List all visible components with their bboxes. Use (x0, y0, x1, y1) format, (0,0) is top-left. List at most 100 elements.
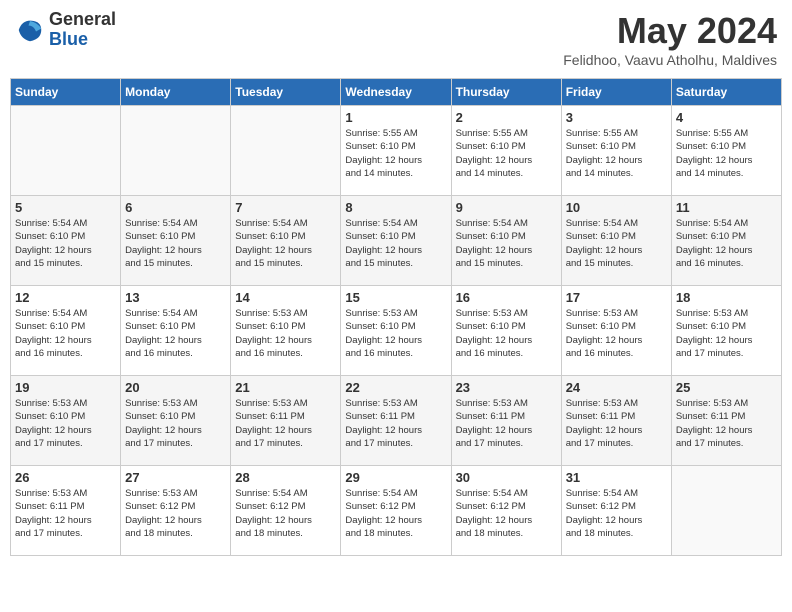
calendar-week-row: 5 Sunrise: 5:54 AM Sunset: 6:10 PM Daylig… (11, 196, 782, 286)
table-row: 20 Sunrise: 5:53 AM Sunset: 6:10 PM Dayli… (121, 376, 231, 466)
calendar-table: Sunday Monday Tuesday Wednesday Thursday… (10, 78, 782, 556)
day-info: Sunrise: 5:54 AM Sunset: 6:12 PM Dayligh… (456, 487, 557, 540)
table-row: 25 Sunrise: 5:53 AM Sunset: 6:11 PM Dayli… (671, 376, 781, 466)
table-row (231, 106, 341, 196)
logo-blue: Blue (49, 30, 116, 50)
table-row: 8Sunrise: 5:54 AM Sunset: 6:10 PM Daylig… (341, 196, 451, 286)
day-number: 24 (566, 380, 667, 395)
logo-icon (15, 15, 45, 45)
table-row: 22 Sunrise: 5:53 AM Sunset: 6:11 PM Dayli… (341, 376, 451, 466)
table-row: 15 Sunrise: 5:53 AM Sunset: 6:10 PM Dayli… (341, 286, 451, 376)
header-saturday: Saturday (671, 79, 781, 106)
day-info: Sunrise: 5:53 AM Sunset: 6:11 PM Dayligh… (456, 397, 557, 450)
day-info: Sunrise: 5:53 AM Sunset: 6:10 PM Dayligh… (15, 397, 116, 450)
table-row: 2 Sunrise: 5:55 AM Sunset: 6:10 PM Daylig… (451, 106, 561, 196)
table-row (671, 466, 781, 556)
title-area: May 2024 Felidhoo, Vaavu Atholhu, Maldiv… (563, 10, 777, 68)
table-row: 29 Sunrise: 5:54 AM Sunset: 6:12 PM Dayli… (341, 466, 451, 556)
table-row (121, 106, 231, 196)
day-number: 10 (566, 200, 667, 215)
day-number: 30 (456, 470, 557, 485)
day-number: 12 (15, 290, 116, 305)
table-row: 14 Sunrise: 5:53 AM Sunset: 6:10 PM Dayli… (231, 286, 341, 376)
table-row: 21Sunrise: 5:53 AM Sunset: 6:11 PM Dayli… (231, 376, 341, 466)
table-row: 12 Sunrise: 5:54 AM Sunset: 6:10 PM Dayli… (11, 286, 121, 376)
day-number: 18 (676, 290, 777, 305)
day-number: 15 (345, 290, 446, 305)
table-row: 30 Sunrise: 5:54 AM Sunset: 6:12 PM Dayli… (451, 466, 561, 556)
day-number: 2 (456, 110, 557, 125)
day-info: Sunrise: 5:54 AM Sunset: 6:10 PM Dayligh… (566, 217, 667, 270)
table-row: 3Sunrise: 5:55 AM Sunset: 6:10 PM Daylig… (561, 106, 671, 196)
calendar-week-row: 12 Sunrise: 5:54 AM Sunset: 6:10 PM Dayli… (11, 286, 782, 376)
day-info: Sunrise: 5:53 AM Sunset: 6:10 PM Dayligh… (566, 307, 667, 360)
table-row (11, 106, 121, 196)
day-info: Sunrise: 5:54 AM Sunset: 6:12 PM Dayligh… (345, 487, 446, 540)
weekday-header-row: Sunday Monday Tuesday Wednesday Thursday… (11, 79, 782, 106)
day-info: Sunrise: 5:54 AM Sunset: 6:10 PM Dayligh… (676, 217, 777, 270)
day-info: Sunrise: 5:53 AM Sunset: 6:11 PM Dayligh… (15, 487, 116, 540)
day-info: Sunrise: 5:54 AM Sunset: 6:10 PM Dayligh… (125, 217, 226, 270)
day-number: 21 (235, 380, 336, 395)
day-number: 1 (345, 110, 446, 125)
table-row: 28Sunrise: 5:54 AM Sunset: 6:12 PM Dayli… (231, 466, 341, 556)
header-sunday: Sunday (11, 79, 121, 106)
calendar-week-row: 1 Sunrise: 5:55 AM Sunset: 6:10 PM Daylig… (11, 106, 782, 196)
header-wednesday: Wednesday (341, 79, 451, 106)
table-row: 18Sunrise: 5:53 AM Sunset: 6:10 PM Dayli… (671, 286, 781, 376)
day-info: Sunrise: 5:53 AM Sunset: 6:10 PM Dayligh… (125, 397, 226, 450)
day-number: 22 (345, 380, 446, 395)
day-info: Sunrise: 5:55 AM Sunset: 6:10 PM Dayligh… (345, 127, 446, 180)
calendar-week-row: 26 Sunrise: 5:53 AM Sunset: 6:11 PM Dayli… (11, 466, 782, 556)
day-info: Sunrise: 5:54 AM Sunset: 6:10 PM Dayligh… (15, 307, 116, 360)
day-info: Sunrise: 5:53 AM Sunset: 6:10 PM Dayligh… (345, 307, 446, 360)
day-number: 7 (235, 200, 336, 215)
day-number: 29 (345, 470, 446, 485)
table-row: 6 Sunrise: 5:54 AM Sunset: 6:10 PM Daylig… (121, 196, 231, 286)
table-row: 5 Sunrise: 5:54 AM Sunset: 6:10 PM Daylig… (11, 196, 121, 286)
table-row: 9Sunrise: 5:54 AM Sunset: 6:10 PM Daylig… (451, 196, 561, 286)
table-row: 17Sunrise: 5:53 AM Sunset: 6:10 PM Dayli… (561, 286, 671, 376)
day-info: Sunrise: 5:55 AM Sunset: 6:10 PM Dayligh… (456, 127, 557, 180)
table-row: 19 Sunrise: 5:53 AM Sunset: 6:10 PM Dayli… (11, 376, 121, 466)
day-number: 31 (566, 470, 667, 485)
day-number: 11 (676, 200, 777, 215)
day-number: 9 (456, 200, 557, 215)
location-subtitle: Felidhoo, Vaavu Atholhu, Maldives (563, 52, 777, 68)
table-row: 4Sunrise: 5:55 AM Sunset: 6:10 PM Daylig… (671, 106, 781, 196)
day-info: Sunrise: 5:53 AM Sunset: 6:11 PM Dayligh… (345, 397, 446, 450)
day-number: 5 (15, 200, 116, 215)
table-row: 26 Sunrise: 5:53 AM Sunset: 6:11 PM Dayli… (11, 466, 121, 556)
logo: General Blue (15, 10, 116, 50)
day-number: 8 (345, 200, 446, 215)
day-number: 19 (15, 380, 116, 395)
day-info: Sunrise: 5:53 AM Sunset: 6:11 PM Dayligh… (566, 397, 667, 450)
day-number: 23 (456, 380, 557, 395)
day-info: Sunrise: 5:53 AM Sunset: 6:10 PM Dayligh… (456, 307, 557, 360)
day-info: Sunrise: 5:53 AM Sunset: 6:10 PM Dayligh… (235, 307, 336, 360)
table-row: 27Sunrise: 5:53 AM Sunset: 6:12 PM Dayli… (121, 466, 231, 556)
day-info: Sunrise: 5:54 AM Sunset: 6:12 PM Dayligh… (566, 487, 667, 540)
header-friday: Friday (561, 79, 671, 106)
day-info: Sunrise: 5:54 AM Sunset: 6:10 PM Dayligh… (235, 217, 336, 270)
table-row: 1 Sunrise: 5:55 AM Sunset: 6:10 PM Daylig… (341, 106, 451, 196)
table-row: 11 Sunrise: 5:54 AM Sunset: 6:10 PM Dayli… (671, 196, 781, 286)
day-number: 3 (566, 110, 667, 125)
table-row: 7 Sunrise: 5:54 AM Sunset: 6:10 PM Daylig… (231, 196, 341, 286)
day-number: 20 (125, 380, 226, 395)
day-number: 25 (676, 380, 777, 395)
day-number: 14 (235, 290, 336, 305)
table-row: 23 Sunrise: 5:53 AM Sunset: 6:11 PM Dayli… (451, 376, 561, 466)
day-number: 6 (125, 200, 226, 215)
day-info: Sunrise: 5:54 AM Sunset: 6:10 PM Dayligh… (15, 217, 116, 270)
day-info: Sunrise: 5:53 AM Sunset: 6:11 PM Dayligh… (676, 397, 777, 450)
table-row: 16Sunrise: 5:53 AM Sunset: 6:10 PM Dayli… (451, 286, 561, 376)
day-number: 26 (15, 470, 116, 485)
header-thursday: Thursday (451, 79, 561, 106)
day-number: 27 (125, 470, 226, 485)
logo-general: General (49, 10, 116, 30)
header-monday: Monday (121, 79, 231, 106)
table-row: 10 Sunrise: 5:54 AM Sunset: 6:10 PM Dayli… (561, 196, 671, 286)
table-row: 24 Sunrise: 5:53 AM Sunset: 6:11 PM Dayli… (561, 376, 671, 466)
day-info: Sunrise: 5:54 AM Sunset: 6:12 PM Dayligh… (235, 487, 336, 540)
